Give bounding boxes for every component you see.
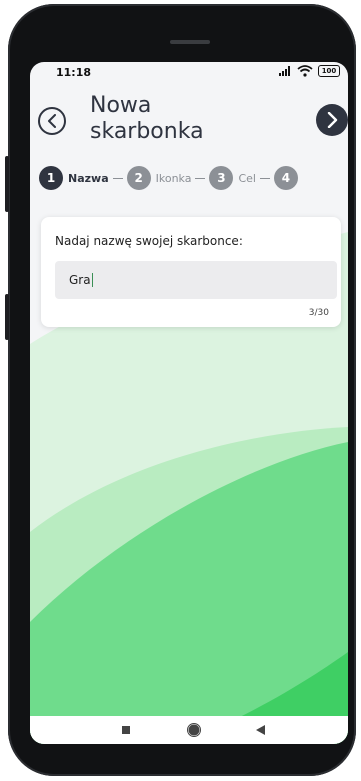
next-button[interactable] <box>316 104 348 136</box>
recent-apps-icon[interactable] <box>122 726 130 734</box>
status-bar: 11:18 100 <box>30 62 348 84</box>
page-title: Nowa skarbonka <box>90 93 290 145</box>
step-1-circle[interactable]: 1 <box>39 166 63 190</box>
text-caret <box>91 273 93 287</box>
battery-icon: 100 <box>318 65 340 77</box>
wifi-icon <box>297 65 313 77</box>
step-separator <box>259 177 270 179</box>
back-icon[interactable] <box>256 725 265 735</box>
step-3-label: Cel <box>238 171 256 185</box>
name-field-label: Nadaj nazwę swojej skarbonce: <box>55 234 243 248</box>
back-button[interactable] <box>38 107 66 135</box>
step-separator <box>195 177 206 179</box>
phone-frame: 11:18 100 Nowa skarbonka 1 Nazwa 2 Ikonk… <box>5 4 356 776</box>
name-input-value: Gra <box>69 273 91 287</box>
page-title-line2: skarbonka <box>90 119 204 144</box>
volume-button <box>5 156 9 212</box>
step-4-circle[interactable]: 4 <box>273 166 298 190</box>
status-time: 11:18 <box>56 66 92 79</box>
chevron-right-icon <box>327 112 338 128</box>
system-navigation-bar <box>30 716 348 744</box>
step-2-label: Ikonka <box>155 171 192 185</box>
earpiece-speaker <box>170 40 210 44</box>
step-3-circle[interactable]: 3 <box>209 166 234 190</box>
app-screen: 11:18 100 Nowa skarbonka 1 Nazwa 2 Ikonk… <box>30 62 348 744</box>
step-2-circle[interactable]: 2 <box>126 166 151 190</box>
page-title-line1: Nowa <box>90 93 152 118</box>
step-separator <box>112 177 123 179</box>
stepper: 1 Nazwa 2 Ikonka 3 Cel 4 <box>39 166 298 190</box>
name-card: Nadaj nazwę swojej skarbonce: Gra 3/30 <box>41 217 341 327</box>
side-button <box>5 294 9 340</box>
background-decoration <box>30 232 348 744</box>
step-1-label: Nazwa <box>68 171 109 185</box>
name-input[interactable]: Gra <box>55 261 337 299</box>
home-icon[interactable] <box>187 723 201 737</box>
chevron-left-icon <box>48 114 56 128</box>
signal-icon <box>279 66 290 76</box>
status-icons: 100 <box>278 65 340 77</box>
character-counter: 3/30 <box>308 308 329 318</box>
